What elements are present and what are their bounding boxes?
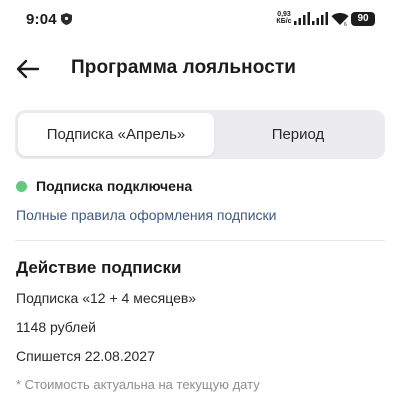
subscription-status: Подписка подключена: [36, 178, 193, 194]
wifi-icon: 6: [331, 13, 349, 26]
status-bar: 9:04 0,93 КБ/с 6 90: [0, 0, 400, 38]
segmented-control: Подписка «Апрель» Период: [15, 110, 385, 159]
battery-indicator: 90: [351, 12, 375, 26]
subscription-rules-link[interactable]: Полные правила оформления подписки: [16, 207, 277, 223]
subscription-plan: Подписка «12 + 4 месяцев»: [16, 290, 197, 306]
shield-icon: [61, 13, 72, 25]
divider: [15, 240, 385, 241]
charge-date: Спишется 22.08.2027: [16, 348, 155, 364]
tab-period[interactable]: Период: [214, 113, 382, 156]
status-indicator-dot: [16, 181, 27, 192]
svg-text:6: 6: [344, 22, 347, 26]
subscription-price: 1148 рублей: [16, 319, 96, 335]
signal-icon: [312, 12, 328, 25]
signal-icon: [294, 12, 310, 25]
network-speed-value: 0,93: [277, 11, 291, 18]
status-time: 9:04: [26, 11, 57, 28]
price-footnote: * Стоимость актуальна на текущую дату: [16, 377, 260, 392]
tab-april-subscription[interactable]: Подписка «Апрель»: [18, 113, 214, 156]
page-title: Программа лояльности: [71, 57, 297, 78]
network-speed-unit: КБ/с: [276, 18, 292, 25]
section-title: Действие подписки: [16, 258, 182, 277]
back-arrow-icon[interactable]: [14, 56, 42, 82]
network-speed: 0,93 КБ/с: [276, 11, 292, 25]
